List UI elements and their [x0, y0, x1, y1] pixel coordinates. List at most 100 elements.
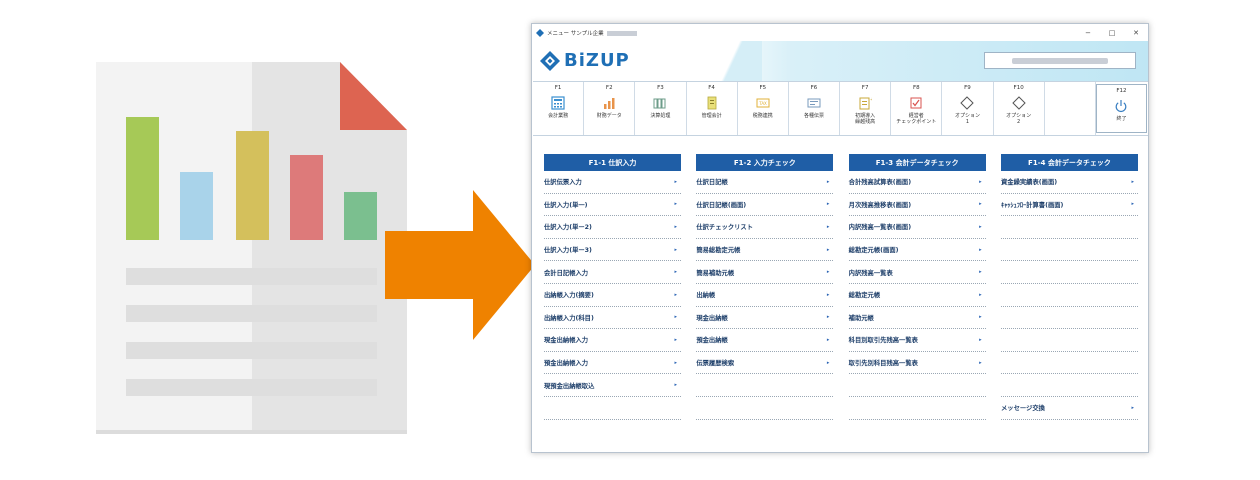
- chevron-right-icon: ▸: [674, 223, 677, 230]
- menu-column: F1-2 入力チェック 仕訳日記帳 ▸ 仕訳日記帳(画面) ▸ 仕訳チェックリスト ▸ 簡易総…: [696, 154, 834, 420]
- fkey-code: F5: [759, 85, 767, 91]
- menu-item-label: 取引先別科目残高一覧表: [848, 360, 918, 368]
- fkey-f7[interactable]: F7+ 初期導入 繰越残高: [840, 82, 892, 135]
- menu-item[interactable]: メッセージ交換 ▸: [1000, 397, 1138, 420]
- menu-item-label: ｷｬｯｼｭﾌﾛｰ計算書(画面): [1000, 201, 1064, 209]
- fkey-label: オプション 2: [1006, 113, 1032, 125]
- menu-item[interactable]: 月次残高推移表(画面) ▸: [848, 194, 986, 217]
- menu-item[interactable]: 現金出納帳入力 ▸: [544, 329, 681, 352]
- fkey-code: F7: [861, 85, 869, 91]
- company-name-field[interactable]: [984, 52, 1136, 69]
- menu-item-label: 預金出納帳: [696, 337, 728, 345]
- menu-row-empty: ▸: [696, 374, 834, 397]
- menu-item-label: 仕訳入力(単ー3): [544, 247, 592, 255]
- fkey-f2[interactable]: F2 財務データ: [584, 82, 636, 135]
- chevron-right-icon: ▸: [674, 291, 677, 298]
- menu-item-label: 簡易総勘定元帳: [696, 247, 741, 255]
- menu-item[interactable]: 簡易補助元帳 ▸: [696, 261, 834, 284]
- menu-item-label: 総勘定元帳: [848, 292, 881, 300]
- menu-item[interactable]: 総勘定元帳 ▸: [848, 284, 986, 307]
- menu-item[interactable]: 資金繰実績表(画面) ▸: [1000, 171, 1138, 194]
- chevron-right-icon: ▸: [826, 178, 830, 185]
- menu-item[interactable]: 合計残高試算表(画面) ▸: [848, 171, 986, 194]
- menu-grid: F1-1 仕訳入力 仕訳伝票入力 ▸ 仕訳入力(単一) ▸ 仕訳入力(単ー2) ▸ 仕訳入力(…: [544, 154, 1138, 420]
- minimize-button[interactable]: −: [1076, 29, 1100, 37]
- menu-item[interactable]: 科目別取引先残高一覧表 ▸: [848, 329, 986, 352]
- menu-item[interactable]: 取引先別科目残高一覧表 ▸: [848, 352, 986, 375]
- menu-item[interactable]: 出納帳入力(科目) ▸: [544, 307, 681, 330]
- menu-item[interactable]: 簡易総勘定元帳 ▸: [696, 239, 834, 262]
- chevron-right-icon: ▸: [979, 336, 982, 343]
- menu-column-header: F1-4 会計データチェック: [1000, 154, 1138, 171]
- menu-row-empty: ▸: [1000, 307, 1138, 330]
- menu-item[interactable]: 出納帳 ▸: [696, 284, 834, 307]
- fkey-code: F9: [964, 85, 971, 91]
- chevron-right-icon: ▸: [674, 201, 677, 208]
- menu-item[interactable]: 仕訳チェックリスト ▸: [696, 216, 834, 239]
- chevron-right-icon: ▸: [979, 291, 982, 298]
- fkey-f8[interactable]: F8 経営者 チェックポイント: [891, 82, 943, 135]
- menu-item[interactable]: 仕訳日記帳(画面) ▸: [696, 194, 834, 217]
- menu-item[interactable]: 仕訳入力(単ー3) ▸: [544, 239, 681, 262]
- close-button[interactable]: ✕: [1124, 29, 1148, 37]
- chevron-right-icon: ▸: [674, 336, 677, 343]
- chevron-right-icon: ▸: [979, 246, 982, 253]
- tax-icon: TAX: [755, 95, 771, 111]
- menu-item[interactable]: 補助元帳 ▸: [848, 307, 986, 330]
- menu-item[interactable]: 内訳残高一覧表(画面) ▸: [848, 216, 986, 239]
- menu-item-label: 簡易補助元帳: [696, 269, 735, 277]
- illustration-stage: メニュー サンプル企業 − □ ✕ BiZUP F1 会計業務 F2 財務データ F3 決…: [0, 0, 1260, 480]
- fkey-label: 税務連携: [752, 113, 773, 119]
- menu-item[interactable]: 現預金出納帳取込 ▸: [544, 374, 681, 397]
- chevron-right-icon: ▸: [979, 201, 982, 208]
- menu-item[interactable]: 仕訳日記帳 ▸: [696, 171, 834, 194]
- menu-column-header: F1-3 会計データチェック: [848, 154, 986, 171]
- menu-item-label: 仕訳入力(単一): [544, 201, 588, 209]
- menu-item-label: 総勘定元帳(画面): [848, 247, 899, 255]
- menu-item[interactable]: 出納帳入力(摘要) ▸: [544, 284, 681, 307]
- menu-item[interactable]: 内訳残高一覧表 ▸: [848, 261, 986, 284]
- menu-item-label: 出納帳: [696, 292, 716, 300]
- chevron-right-icon: ▸: [826, 223, 830, 230]
- fkey-label: 終了: [1116, 116, 1127, 122]
- fkey-label: 決算処理: [650, 113, 671, 119]
- menu-item[interactable]: 伝票履歴検索 ▸: [696, 352, 834, 375]
- menu-row-empty: ▸: [1000, 239, 1138, 262]
- fkey-f6[interactable]: F6 各種伝票: [789, 82, 841, 135]
- menu-row-empty: ▸: [848, 374, 986, 397]
- bizup-logo: BiZUP: [540, 50, 630, 71]
- svg-text:TAX: TAX: [758, 101, 767, 106]
- chevron-right-icon: ▸: [1131, 201, 1134, 208]
- menu-item[interactable]: 仕訳伝票入力 ▸: [544, 171, 681, 194]
- chevron-right-icon: ▸: [826, 269, 830, 276]
- menu-item[interactable]: 預金出納帳 ▸: [696, 329, 834, 352]
- bizup-diamond-icon: [540, 50, 560, 71]
- fkey-f3[interactable]: F3 決算処理: [635, 82, 687, 135]
- menu-row-empty: ▸: [1000, 284, 1138, 307]
- fkey-f9[interactable]: F9 オプション 1: [942, 82, 994, 135]
- fkey-f5[interactable]: F5 TAX 税務連携: [738, 82, 789, 135]
- window-title: メニュー サンプル企業: [547, 29, 1076, 37]
- menu-item[interactable]: 総勘定元帳(画面) ▸: [848, 239, 986, 262]
- menu-item[interactable]: 仕訳入力(単一) ▸: [544, 194, 681, 217]
- fkey-label: 会計業務: [548, 113, 569, 119]
- menu-item-label: 預金出納帳入力: [544, 360, 589, 368]
- fkey-f4[interactable]: F4 管理会計: [687, 82, 738, 135]
- menu-row-empty: ▸: [1000, 352, 1138, 375]
- fkey-f10[interactable]: F10 オプション 2: [994, 82, 1045, 135]
- menu-item[interactable]: 現金出納帳 ▸: [696, 307, 834, 330]
- menu-item[interactable]: ｷｬｯｼｭﾌﾛｰ計算書(画面) ▸: [1000, 194, 1138, 217]
- maximize-button[interactable]: □: [1100, 29, 1124, 37]
- fkey-f1[interactable]: F1 会計業務: [533, 82, 585, 135]
- menu-item-label: 仕訳日記帳: [696, 179, 728, 187]
- menu-column: F1-4 会計データチェック 資金繰実績表(画面) ▸ ｷｬｯｼｭﾌﾛｰ計算書(画面)…: [1000, 154, 1138, 420]
- menu-item-label: 仕訳伝票入力: [544, 179, 582, 187]
- app-window: メニュー サンプル企業 − □ ✕ BiZUP F1 会計業務 F2 財務データ F3 決…: [531, 23, 1149, 453]
- menu-item[interactable]: 会計日記帳入力 ▸: [544, 261, 681, 284]
- menu-item[interactable]: 預金出納帳入力 ▸: [544, 352, 681, 375]
- slip-icon: [806, 95, 822, 111]
- fkey-f12[interactable]: F12 終了: [1095, 84, 1148, 133]
- fkey-label: 管理会計: [701, 113, 722, 119]
- chevron-right-icon: ▸: [674, 382, 677, 389]
- menu-item[interactable]: 仕訳入力(単ー2) ▸: [544, 216, 681, 239]
